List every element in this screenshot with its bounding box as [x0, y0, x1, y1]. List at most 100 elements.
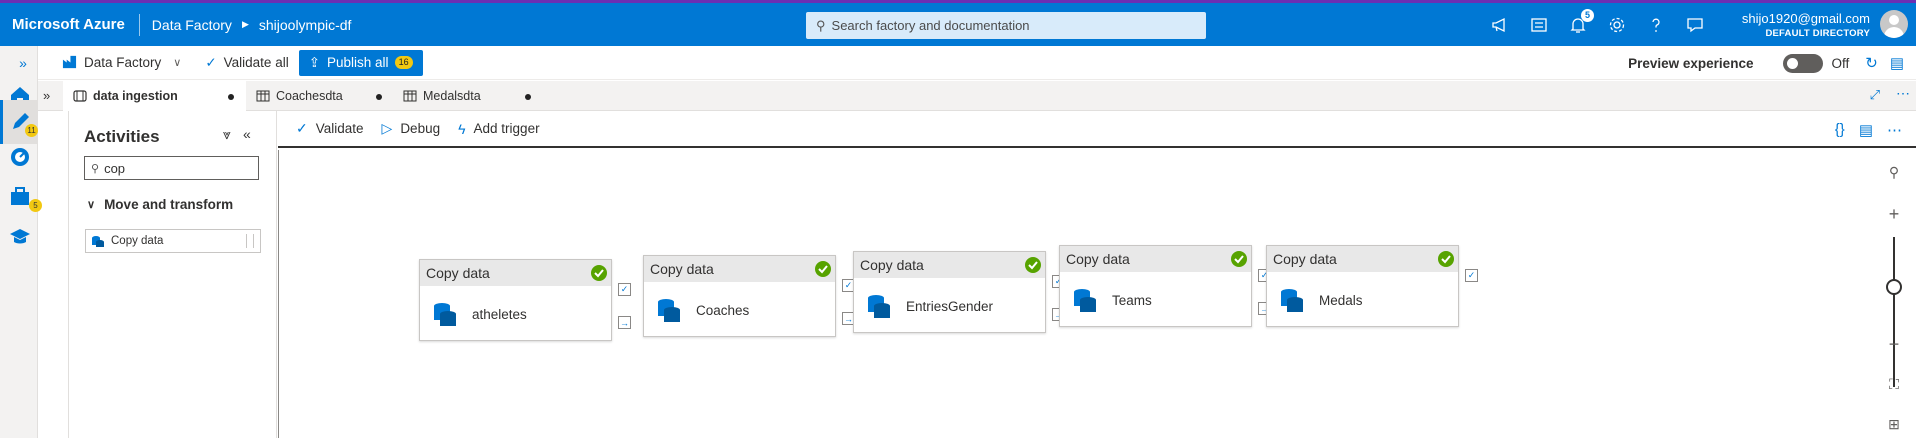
auto-align-icon[interactable]: ⊞: [1876, 409, 1912, 438]
switch-directory-icon[interactable]: [1529, 15, 1549, 35]
refresh-icon[interactable]: ↻: [1865, 54, 1878, 72]
copy-data-icon: [1281, 289, 1303, 312]
data-factory-dropdown[interactable]: Data Factory ∨: [52, 50, 191, 76]
maximize-icon[interactable]: ⤢: [1870, 87, 1880, 103]
search-icon: ⚲: [816, 17, 826, 33]
search-placeholder: Search factory and documentation: [831, 18, 1030, 33]
hide-panel-icon[interactable]: «: [243, 126, 251, 142]
activity-group-move-transform[interactable]: ∨ Move and transform: [87, 197, 233, 212]
collapse-all-icon[interactable]: ⩔: [223, 126, 231, 143]
activities-search-value: cop: [104, 160, 126, 176]
manage-toolbox-icon[interactable]: 5: [7, 184, 42, 212]
dataset-table-icon: [256, 90, 270, 102]
author-changes-badge: 11: [25, 124, 38, 137]
zoom-slider-thumb[interactable]: [1886, 279, 1902, 295]
account-info[interactable]: shijo1920@gmail.com DEFAULT DIRECTORY: [1742, 11, 1870, 39]
monitor-icon[interactable]: [7, 144, 33, 170]
dataset-table-icon: [403, 90, 417, 102]
tab-medalsdta[interactable]: Medalsdta: [393, 81, 543, 111]
activity-label: Copy data: [111, 235, 164, 247]
zoom-to-fit-icon[interactable]: ⛶: [1876, 369, 1912, 399]
unsaved-dot-icon: [525, 94, 531, 100]
copy-data-icon: [434, 303, 456, 326]
factory-icon: [62, 54, 77, 72]
activity-type-label: Copy data: [1066, 251, 1130, 267]
clipboard-icon[interactable]: ▤: [1890, 54, 1904, 72]
publish-all-button[interactable]: ⇪ Publish all 16: [298, 49, 423, 76]
top-bar: Microsoft Azure Data Factory ▶ shijoolym…: [0, 0, 1916, 46]
chevron-down-icon: ∨: [87, 199, 96, 211]
more-options-icon[interactable]: ⋯: [1887, 121, 1902, 139]
tab-coachesdta[interactable]: Coachesdta: [246, 81, 393, 111]
breadcrumb-factory[interactable]: shijoolympic-df: [259, 17, 352, 33]
debug-label: Debug: [400, 121, 441, 136]
pipeline-activity-medals[interactable]: Copy data Medals ✓: [1266, 245, 1478, 327]
activity-type-label: Copy data: [426, 265, 490, 281]
canvas-search-icon[interactable]: ⚲: [1876, 157, 1912, 187]
feedback-megaphone-icon[interactable]: [1490, 15, 1510, 35]
zoom-in-icon[interactable]: +: [1876, 199, 1912, 229]
global-search-input[interactable]: ⚲ Search factory and documentation: [806, 12, 1206, 39]
debug-button[interactable]: ▷ Debug: [382, 120, 441, 137]
avatar[interactable]: [1880, 10, 1908, 38]
on-success-port-icon[interactable]: ✓: [1465, 269, 1478, 282]
activity-name: Teams: [1112, 292, 1152, 308]
success-check-icon: [1025, 257, 1041, 273]
code-braces-icon[interactable]: {}: [1835, 121, 1845, 138]
more-options-icon[interactable]: ⋯: [1896, 85, 1910, 102]
help-question-icon[interactable]: [1646, 15, 1666, 35]
zoom-slider-track[interactable]: [1893, 237, 1895, 387]
pipeline-activity-coaches[interactable]: Copy data Coaches ✓ →: [643, 255, 855, 337]
zoom-controls: ⚲ + − ⛶ ⊞: [1876, 157, 1912, 438]
activities-panel: Activities ⩔ « ⚲ cop ∨ Move and transfor…: [69, 111, 277, 438]
validate-all-label: Validate all: [223, 55, 289, 70]
activities-search-input[interactable]: ⚲ cop: [84, 156, 259, 180]
publish-all-label: Publish all: [327, 55, 389, 70]
activity-type-label: Copy data: [1273, 251, 1337, 267]
properties-icon[interactable]: ▤: [1859, 121, 1873, 139]
feedback-person-icon[interactable]: [1685, 15, 1705, 35]
copy-data-icon: [658, 299, 680, 322]
data-factory-label: Data Factory: [84, 55, 162, 70]
pipeline-activity-teams[interactable]: Copy data Teams ✓ →: [1059, 245, 1271, 327]
activity-group-label: Move and transform: [104, 197, 234, 212]
preview-experience-label: Preview experience: [1628, 55, 1754, 71]
pipeline-activity-atheletes[interactable]: Copy data atheletes ✓ →: [419, 259, 631, 341]
brand-label[interactable]: Microsoft Azure: [0, 16, 125, 33]
copy-data-icon: [92, 236, 104, 247]
tab-data-ingestion[interactable]: data ingestion: [63, 81, 246, 111]
success-check-icon: [815, 261, 831, 277]
preview-toggle[interactable]: [1783, 53, 1824, 73]
settings-gear-icon[interactable]: [1607, 15, 1627, 35]
breadcrumb-service[interactable]: Data Factory: [152, 17, 232, 33]
success-check-icon: [1231, 251, 1247, 267]
validate-all-button[interactable]: ✓ Validate all: [195, 50, 298, 76]
pipeline-toolbar: ✓ Validate ▷ Debug ϟ Add trigger {} ▤ ⋯: [278, 111, 1916, 148]
activity-copy-data[interactable]: Copy data: [85, 229, 261, 253]
pipeline-canvas[interactable]: Copy data atheletes ✓ → Copy data Coache…: [278, 150, 1916, 438]
on-completion-port-icon[interactable]: →: [618, 316, 631, 329]
validate-check-icon: ✓: [205, 54, 217, 70]
breadcrumb-arrow-icon: ▶: [241, 19, 249, 29]
factory-command-bar: Data Factory ∨ ✓ Validate all ⇪ Publish …: [38, 46, 1916, 80]
trigger-lightning-icon: ϟ: [458, 120, 466, 137]
validate-label: Validate: [315, 121, 364, 136]
author-pencil-icon[interactable]: 11: [0, 100, 38, 144]
user-directory: DEFAULT DIRECTORY: [1765, 28, 1870, 39]
on-success-port-icon[interactable]: ✓: [618, 283, 631, 296]
activity-name: Medals: [1319, 292, 1363, 308]
tab-label: data ingestion: [93, 89, 178, 103]
drag-handle-icon[interactable]: [246, 234, 254, 248]
resources-collapsed-strip: [38, 111, 69, 438]
publish-count-badge: 16: [394, 56, 413, 69]
validate-button[interactable]: ✓ Validate: [296, 120, 364, 137]
add-trigger-button[interactable]: ϟ Add trigger: [458, 121, 539, 137]
pipeline-activity-entriesgender[interactable]: Copy data EntriesGender ✓ →: [853, 251, 1065, 333]
header-divider: [138, 13, 140, 36]
learning-center-icon[interactable]: [7, 224, 33, 250]
zoom-out-icon[interactable]: −: [1876, 329, 1912, 359]
notifications-bell-icon[interactable]: 5: [1568, 8, 1594, 35]
collapse-resources-icon[interactable]: »: [43, 88, 50, 103]
add-trigger-label: Add trigger: [473, 121, 540, 136]
expand-rail-icon[interactable]: »: [10, 50, 36, 76]
